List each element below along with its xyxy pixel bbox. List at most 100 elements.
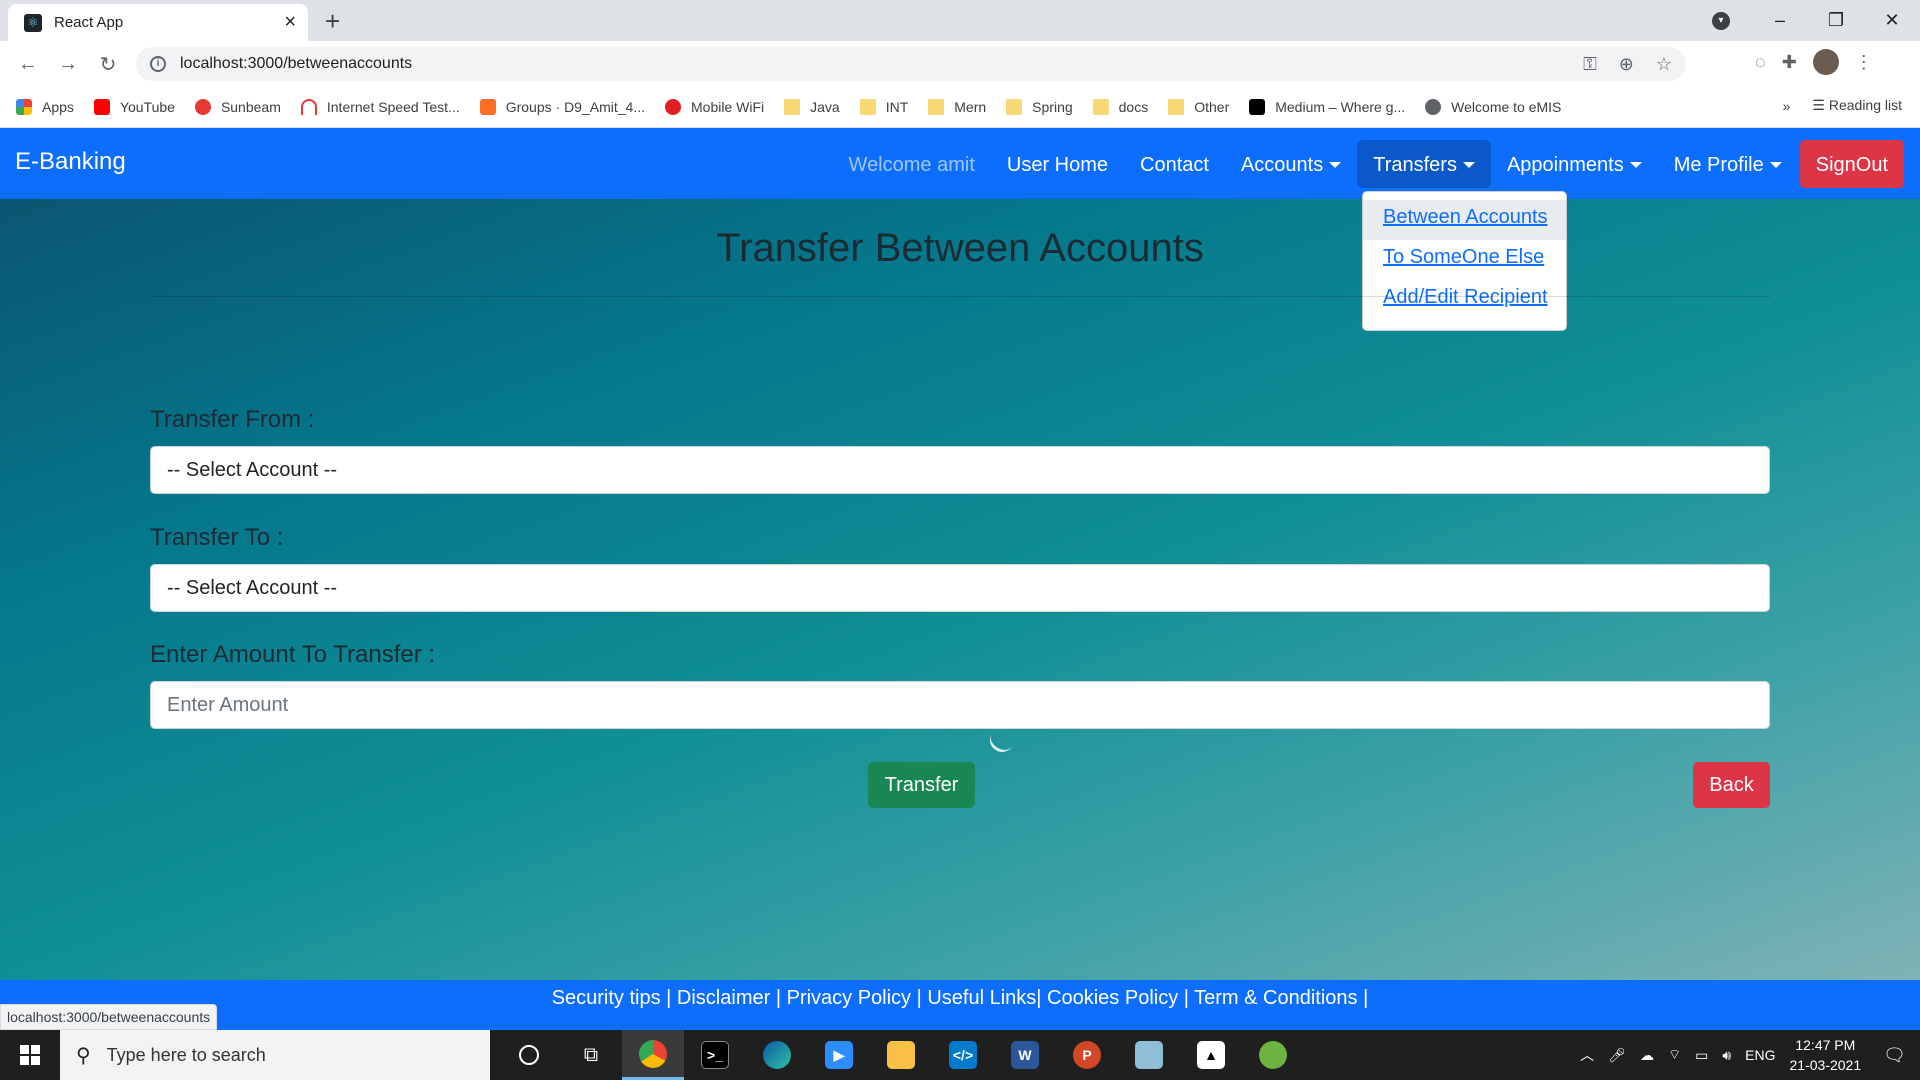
speedometer-icon (300, 99, 317, 115)
bookmark-medium[interactable]: Medium – Where g... (1249, 99, 1405, 115)
bookmark-folder-java[interactable]: Java (784, 99, 840, 115)
file-explorer-icon[interactable] (870, 1030, 932, 1080)
folder-icon (1006, 99, 1023, 115)
tab-search-icon[interactable]: ▾ (1712, 12, 1730, 30)
bookmark-sunbeam[interactable]: Sunbeam (194, 99, 281, 115)
reload-icon[interactable]: ↻ (88, 52, 128, 77)
kebab-menu-icon[interactable]: ⋮ (1855, 52, 1873, 73)
profile-avatar[interactable] (1812, 49, 1839, 75)
nav-items: Welcome amit User Home Contact Accounts … (833, 136, 1904, 191)
bookmark-folder-other[interactable]: Other (1168, 99, 1229, 115)
bookmark-label: Apps (42, 99, 74, 115)
bookmark-label: Mern (954, 99, 987, 115)
signout-button[interactable]: SignOut (1799, 139, 1904, 188)
bookmark-label: INT (885, 99, 909, 115)
terminal-icon[interactable]: >_ (684, 1030, 746, 1080)
powerpoint-icon[interactable]: P (1056, 1030, 1118, 1080)
bookmark-speedtest[interactable]: Internet Speed Test... (300, 99, 460, 115)
site-info-icon[interactable]: i (150, 56, 166, 72)
edge-icon[interactable] (746, 1030, 808, 1080)
key-icon[interactable]: ⚿ (1583, 54, 1597, 75)
page-title: Transfer Between Accounts (716, 226, 1204, 270)
zoom-app-icon[interactable]: ▶ (808, 1030, 870, 1080)
puzzle-icon[interactable]: ✚ (1782, 52, 1797, 73)
nav-transfers-dropdown[interactable]: Transfers (1357, 139, 1491, 188)
zoom-icon[interactable]: ⊕ (1619, 54, 1634, 75)
youtube-icon (93, 99, 110, 115)
transfer-to-select[interactable]: -- Select Account -- (150, 564, 1770, 612)
footer-links[interactable]: Security tips | Disclaimer | Privacy Pol… (0, 980, 1920, 1030)
back-button[interactable]: Back (1693, 762, 1770, 808)
bookmark-youtube[interactable]: YouTube (93, 99, 175, 115)
nav-user-home[interactable]: User Home (991, 140, 1124, 188)
nav-me-profile-dropdown[interactable]: Me Profile (1658, 140, 1798, 188)
omnibox-icons: ⚿ ⊕ ☆ (1583, 54, 1672, 75)
cortana-icon[interactable] (498, 1030, 560, 1080)
clock-time: 12:47 PM (1795, 1037, 1856, 1053)
extension-icons: ◌ ✚ ⋮ (1755, 49, 1873, 75)
address-bar[interactable]: i localhost:3000/betweenaccounts ⚿ ⊕ ☆ (136, 47, 1686, 81)
notifications-icon[interactable]: 🗨︎ (1883, 1045, 1906, 1066)
bookmark-apps[interactable]: Apps (16, 99, 74, 115)
bookmark-gitlab[interactable]: Groups · D9_Amit_4... (479, 99, 645, 115)
new-tab-icon[interactable]: + (325, 6, 340, 37)
wifi-icon[interactable]: ⌔ (1668, 1046, 1681, 1064)
battery-icon[interactable]: ▭ (1695, 1047, 1708, 1064)
transfer-button[interactable]: Transfer (868, 762, 975, 808)
close-window-icon[interactable]: ✕ (1864, 10, 1920, 31)
taskbar-apps: ⧉ >_ ▶ </> W P ▲ (498, 1030, 1304, 1080)
back-arrow-icon[interactable]: ← (8, 53, 48, 76)
nav-contact[interactable]: Contact (1124, 140, 1225, 188)
taskbar-search[interactable]: ⚲ Type here to search (60, 1030, 490, 1080)
browser-toolbar: ← → ↻ i localhost:3000/betweenaccounts ⚿… (0, 41, 1920, 87)
bookmark-emis[interactable]: Welcome to eMIS (1425, 99, 1561, 115)
chrome-icon[interactable] (622, 1030, 684, 1080)
volume-icon[interactable]: 🔊︎ (1722, 1047, 1731, 1064)
vscode-icon[interactable]: </> (932, 1030, 994, 1080)
bookmark-folder-int[interactable]: INT (859, 99, 909, 115)
search-icon: ⚲ (76, 1044, 91, 1067)
more-bookmarks-icon[interactable]: » (1783, 98, 1791, 114)
extension-loading-icon[interactable]: ◌ (1755, 52, 1766, 73)
bookmark-mobile-wifi[interactable]: Mobile WiFi (665, 99, 764, 115)
url-text[interactable]: localhost:3000/betweenaccounts (180, 55, 412, 73)
sunbeam-icon (194, 99, 211, 115)
bookmark-folder-spring[interactable]: Spring (1006, 99, 1073, 115)
page-content: E-Banking Welcome amit User Home Contact… (0, 128, 1920, 980)
bookmark-star-icon[interactable]: ☆ (1656, 54, 1672, 75)
dropdown-item-add-edit-recipient[interactable]: Add/Edit Recipient (1363, 280, 1566, 320)
minimize-icon[interactable]: – (1752, 10, 1808, 31)
word-icon[interactable]: W (994, 1030, 1056, 1080)
transfer-from-label: Transfer From : (150, 406, 315, 433)
nav-me-profile-label: Me Profile (1673, 153, 1764, 176)
task-view-icon[interactable]: ⧉ (560, 1030, 622, 1080)
forward-arrow-icon[interactable]: → (48, 53, 88, 76)
caret-down-icon (1769, 162, 1782, 169)
chevron-up-icon[interactable]: ︿ (1580, 1045, 1594, 1065)
brand-logo[interactable]: E-Banking (15, 148, 126, 176)
reading-list-button[interactable]: ☰ Reading list (1812, 97, 1902, 114)
amount-input[interactable] (150, 681, 1770, 729)
spring-tools-icon[interactable] (1242, 1030, 1304, 1080)
close-tab-icon[interactable]: × (284, 11, 296, 34)
bookmark-folder-mern[interactable]: Mern (928, 99, 986, 115)
restore-icon[interactable]: ❐ (1808, 10, 1864, 31)
bookmark-label: Groups · D9_Amit_4... (505, 99, 645, 115)
language-indicator[interactable]: ENG (1745, 1047, 1775, 1063)
microphone-icon[interactable]: 🎤︎ (1608, 1047, 1626, 1064)
folder-icon (784, 99, 801, 115)
start-button[interactable] (0, 1030, 60, 1080)
onedrive-icon[interactable]: ☁︎ (1640, 1047, 1654, 1064)
browser-tab[interactable]: ⚛ React App × (8, 4, 308, 41)
transfer-from-select[interactable]: -- Select Account -- (150, 446, 1770, 494)
clock[interactable]: 12:47 PM 21-03-2021 (1790, 1035, 1862, 1075)
nav-accounts-dropdown[interactable]: Accounts (1225, 140, 1357, 188)
bookmark-label: YouTube (119, 99, 175, 115)
notepad-icon[interactable] (1118, 1030, 1180, 1080)
bookmark-label: docs (1118, 99, 1149, 115)
photos-icon[interactable]: ▲ (1180, 1030, 1242, 1080)
nav-accounts-label: Accounts (1240, 153, 1324, 176)
bookmark-folder-docs[interactable]: docs (1092, 99, 1149, 115)
window-controls: – ❐ ✕ (1752, 0, 1920, 41)
nav-appoinments-dropdown[interactable]: Appoinments (1491, 140, 1658, 188)
